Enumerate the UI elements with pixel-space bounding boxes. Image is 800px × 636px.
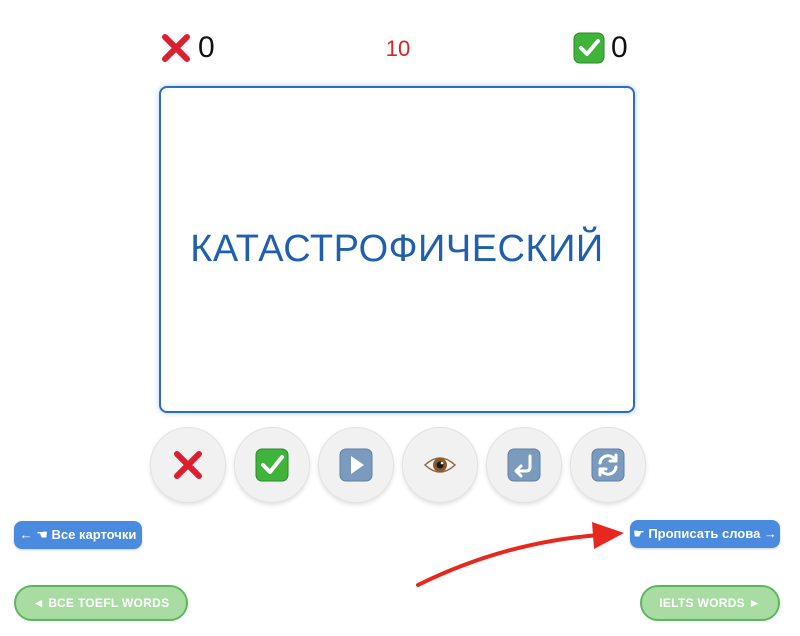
eye-icon [423,457,457,473]
all-cards-button[interactable]: ← ☚ Все карточки [14,521,142,549]
red-cross-icon [174,451,202,479]
return-icon [507,448,541,482]
write-words-button[interactable]: ☛ Прописать слова → [630,520,780,548]
shuffle-button[interactable] [570,427,646,503]
return-button[interactable] [486,427,562,503]
wrong-score: 0 [160,30,215,66]
card-controls [150,427,646,503]
green-check-icon [255,448,289,482]
toefl-words-button[interactable]: ◄ ВСЕ TOEFL WORDS [14,585,188,621]
green-check-icon [573,32,605,64]
countdown-timer: 10 [385,36,411,61]
right-score: 0 [573,30,628,66]
ielts-words-button[interactable]: IELTS WORDS ► [640,585,780,621]
right-count: 0 [611,31,628,64]
play-icon [339,448,373,482]
refresh-icon [591,448,625,482]
show-translation-button[interactable] [402,427,478,503]
mark-right-button[interactable] [234,427,310,503]
play-button[interactable] [318,427,394,503]
flash-card[interactable]: КАТАСТРОФИЧЕСКИЙ [159,86,635,413]
wrong-count: 0 [198,31,215,64]
red-cross-icon [162,34,190,62]
mark-wrong-button[interactable] [150,427,226,503]
card-word: КАТАСТРОФИЧЕСКИЙ [190,228,604,270]
